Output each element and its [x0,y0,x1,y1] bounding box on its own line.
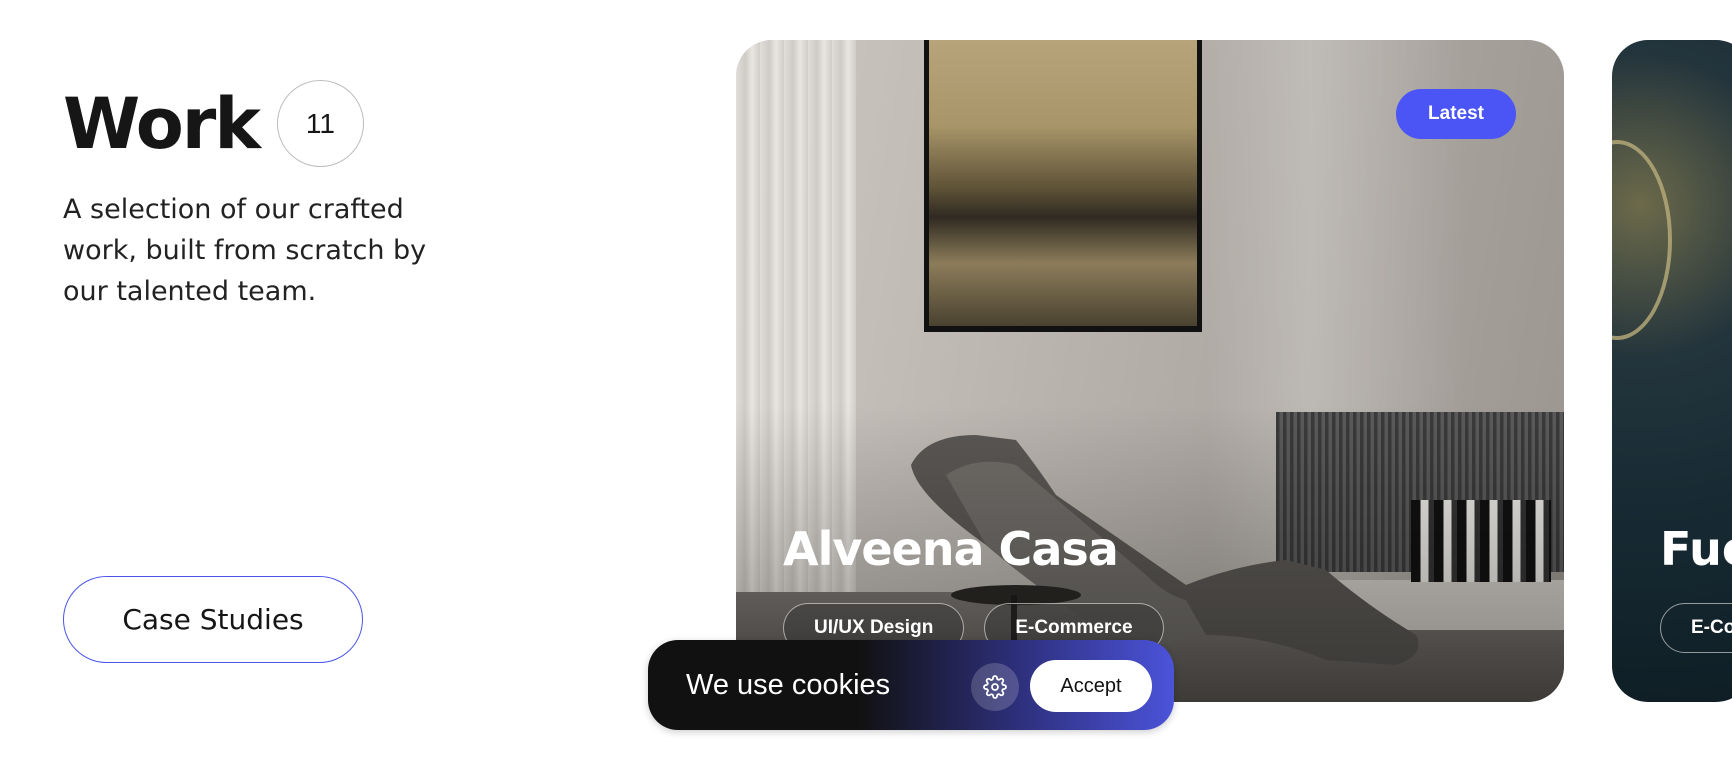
work-count-badge: 11 [276,80,364,167]
cookie-message: We use cookies [686,668,891,701]
cookie-settings-button[interactable] [971,663,1019,711]
page-title: Work [63,82,261,165]
work-intro: Work 11 A selection of our crafted work,… [63,80,483,312]
gear-icon [983,675,1007,699]
project-card-next[interactable]: Fuc E-Co [1612,40,1732,702]
work-description: A selection of our crafted work, built f… [63,194,427,307]
cookie-accept-button[interactable]: Accept [1030,660,1152,712]
case-studies-button[interactable]: Case Studies [63,576,363,663]
project-title: Alveena Casa [783,522,1119,576]
title-row: Work 11 [63,80,483,167]
project-card[interactable]: Latest Alveena Casa UI/UX Design E-Comme… [736,40,1564,702]
latest-badge: Latest [1396,89,1516,139]
project-title: Fuc [1660,522,1732,576]
tag-e-commerce[interactable]: E-Co [1660,603,1732,653]
cookie-banner: We use cookies Accept [648,640,1174,730]
